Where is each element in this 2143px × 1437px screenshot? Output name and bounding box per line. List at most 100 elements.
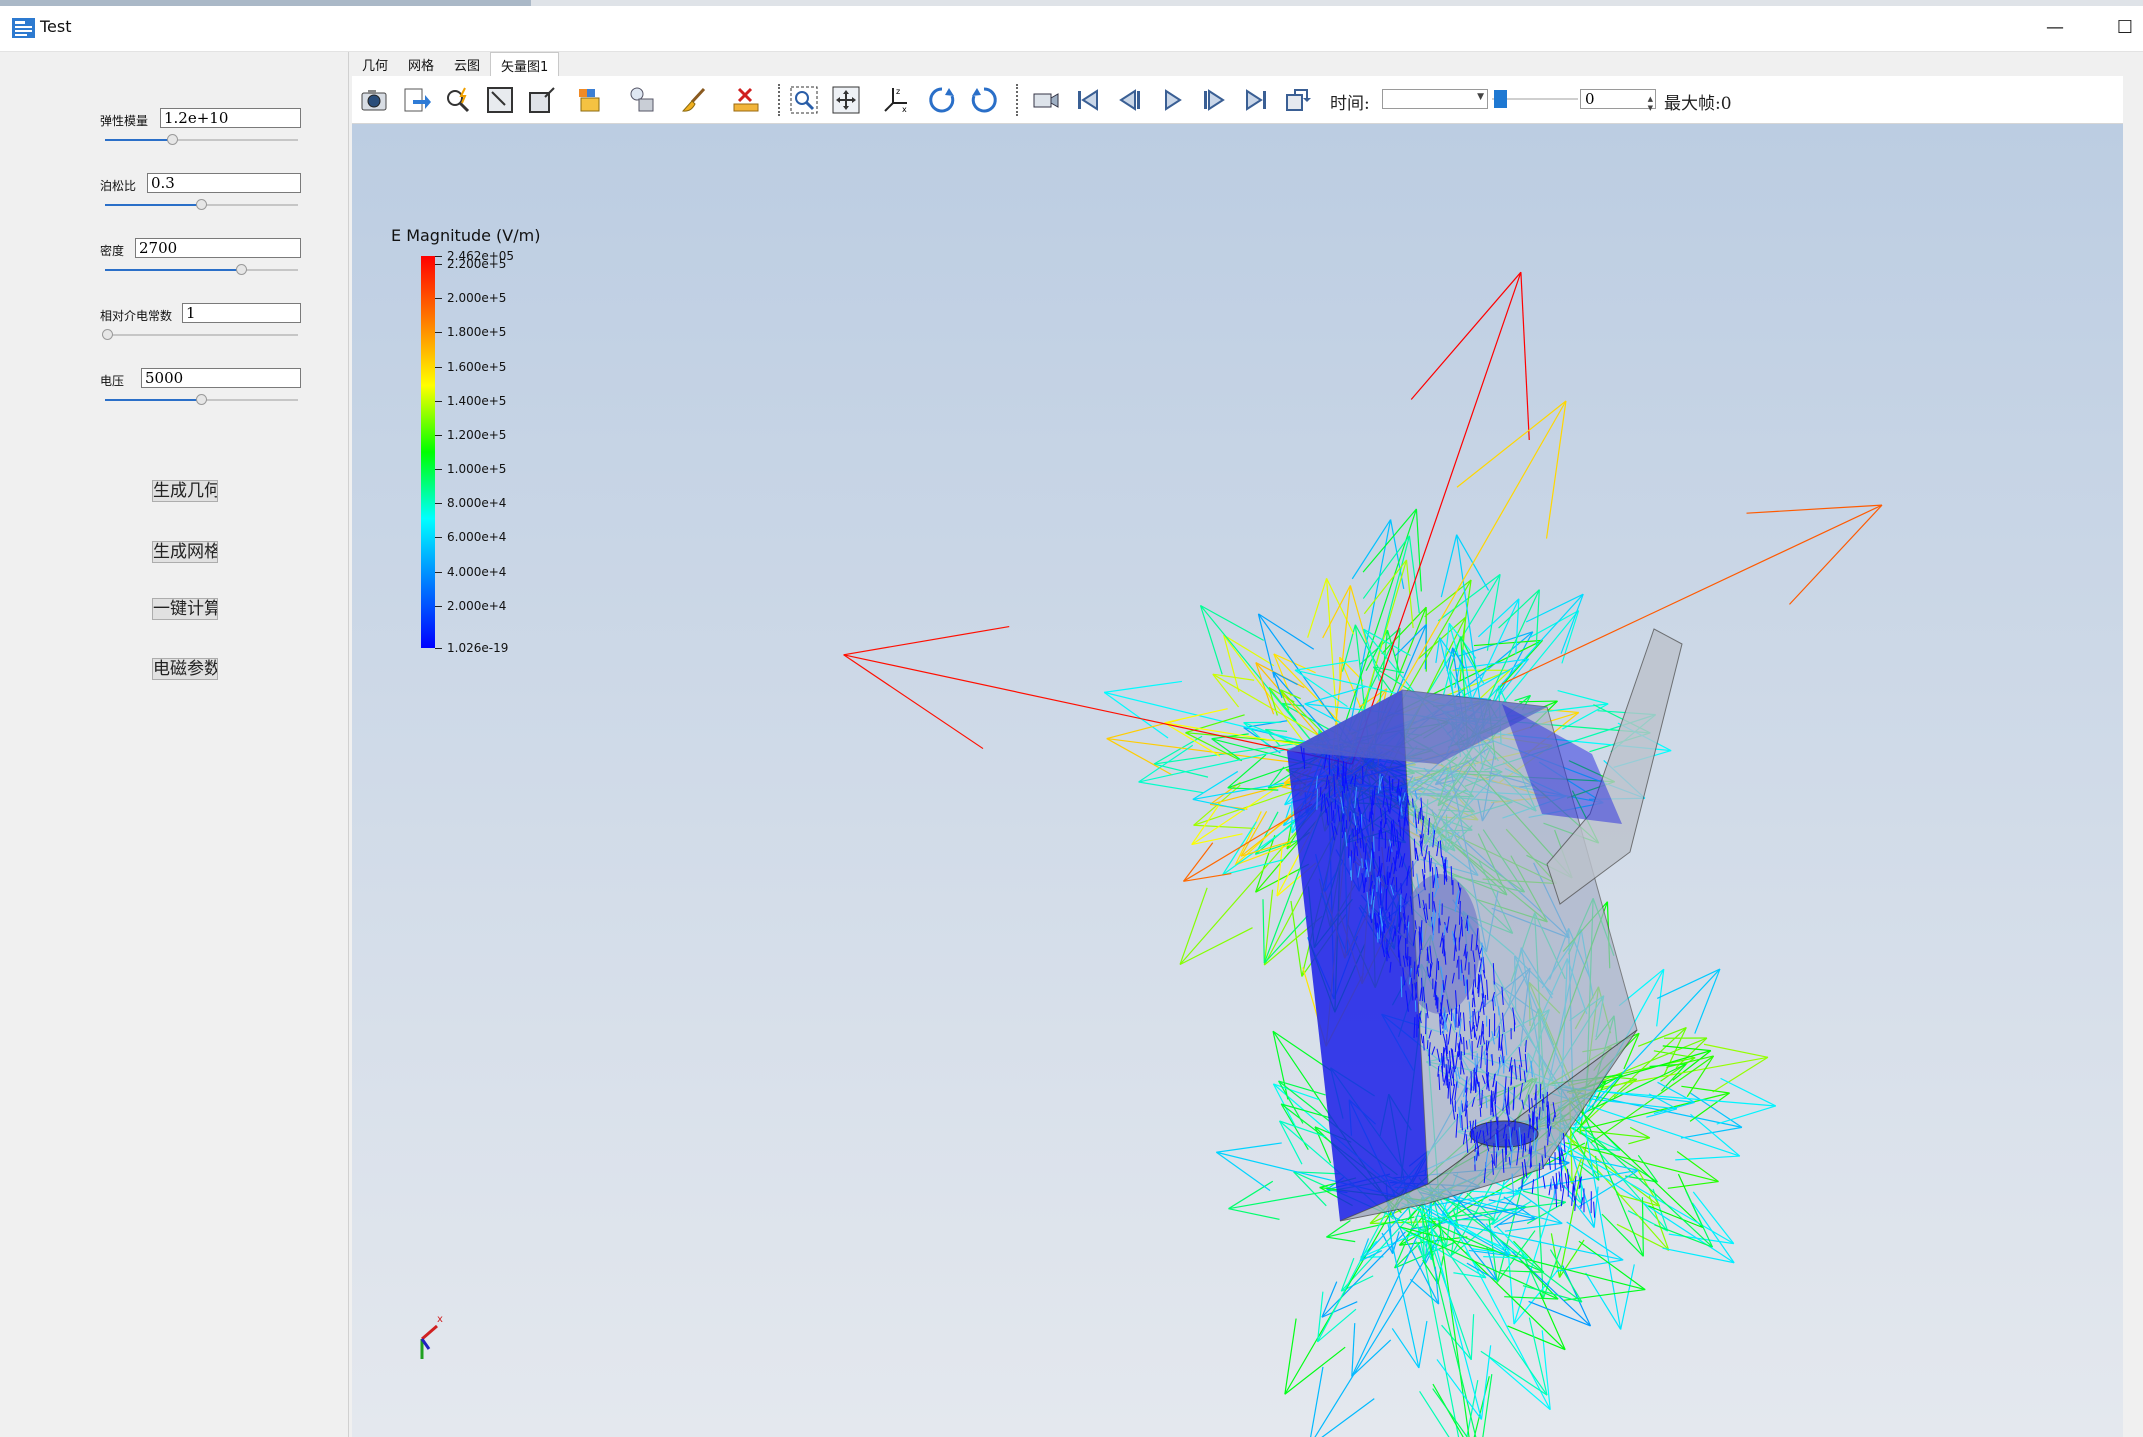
rotate-cw-icon[interactable]: [926, 84, 958, 116]
colorbar-tick: [435, 503, 442, 505]
slider-thumb[interactable]: [102, 329, 113, 340]
voltage-input[interactable]: [141, 368, 301, 388]
max-frame-label: 最大帧:0: [1664, 94, 1732, 114]
rotate-ccw-icon[interactable]: [968, 84, 1000, 116]
param-label: 相对介电常数: [100, 309, 173, 323]
colorbar-tick: [435, 298, 442, 300]
colorbar-tick: [435, 400, 442, 402]
colorbar-label: 1.026e-19: [447, 641, 509, 655]
tab-mesh[interactable]: 网格: [398, 52, 444, 76]
density-slider[interactable]: [105, 264, 298, 276]
spin-down-icon[interactable]: ▼: [1648, 99, 1653, 117]
svg-text:z: z: [896, 87, 900, 96]
frame-value: 0: [1585, 90, 1595, 108]
taskbar-strip: [0, 0, 531, 6]
compute-button[interactable]: 一键计算: [152, 598, 218, 620]
viewport-background: [352, 124, 2123, 1437]
tab-geometry[interactable]: 几何: [352, 52, 398, 76]
minimize-button[interactable]: —: [2040, 12, 2070, 42]
colorbar-tick: [435, 469, 442, 471]
tab-contour[interactable]: 云图: [444, 52, 490, 76]
export-icon[interactable]: [400, 84, 432, 116]
color-box-icon[interactable]: [574, 84, 606, 116]
colorbar-tick: [435, 605, 442, 607]
colorbar-tick: [435, 537, 442, 539]
colorbar-label: 1.600e+5: [447, 359, 507, 374]
window-title: Test: [40, 17, 72, 36]
permittivity-input[interactable]: [182, 303, 301, 323]
first-frame-icon[interactable]: [1072, 84, 1104, 116]
permittivity-slider[interactable]: [102, 329, 298, 341]
slider-fill: [105, 269, 241, 271]
render-viewport[interactable]: E Magnitude (V/m) 2.462e+05 2.200e+5 2.000…: [352, 124, 2123, 1437]
slider-fill: [105, 204, 201, 206]
colorbar-tick: [435, 648, 442, 649]
colorbar-tick: [435, 256, 442, 257]
window-right-edge: [2123, 52, 2143, 1437]
poisson-ratio-input[interactable]: [147, 173, 301, 193]
title-bar: Test — ☐: [0, 0, 2143, 52]
colorbar-label: 1.000e+5: [447, 462, 507, 477]
app-icon: [11, 17, 36, 39]
param-label: 电压: [100, 374, 125, 388]
colorbar: [421, 256, 435, 648]
orientation-triad: x: [420, 1314, 443, 1359]
toolbar-separator: [778, 84, 780, 116]
generate-geometry-button[interactable]: 生成几何: [152, 480, 218, 502]
play-icon[interactable]: [1156, 84, 1188, 116]
colorbar-label: 4.000e+4: [447, 564, 507, 579]
toolbar: zx 时间: ▼ 0 ▲ ▼ 最大帧:0: [352, 76, 2123, 124]
colorbar-label: 1.200e+5: [447, 427, 507, 442]
density-input[interactable]: [135, 238, 301, 258]
svg-text:x: x: [437, 1314, 443, 1325]
brush-icon[interactable]: [678, 84, 710, 116]
frame-spinbox[interactable]: 0 ▲ ▼: [1580, 89, 1656, 112]
slider-thumb[interactable]: [167, 134, 178, 145]
zoom-box-icon[interactable]: [788, 84, 820, 116]
poisson-ratio-slider[interactable]: [105, 199, 298, 211]
chevron-down-icon: ▼: [1477, 92, 1484, 102]
taskbar-strip-rest: [531, 0, 2143, 6]
view-tabs: 几何 网格 云图 矢量图1: [352, 52, 560, 76]
vector-field-scene: [352, 124, 2123, 1437]
parameter-panel: 弹性模量 泊松比 密度: [0, 52, 349, 1437]
colorbar-tick: [435, 264, 442, 265]
colorbar-label: 2.000e+5: [447, 291, 507, 306]
fit-view-icon[interactable]: [484, 84, 516, 116]
elastic-modulus-input[interactable]: [160, 108, 301, 128]
app-window: Test — ☐ 弹性模量 泊松比 密度: [0, 0, 2143, 1437]
pan-icon[interactable]: [830, 84, 862, 116]
time-select[interactable]: ▼: [1382, 89, 1488, 109]
last-frame-icon[interactable]: [1240, 84, 1272, 116]
loop-icon[interactable]: [1282, 84, 1314, 116]
colorbar-label: 8.000e+4: [447, 496, 507, 511]
tab-vector-plot[interactable]: 矢量图1: [490, 52, 560, 76]
slider-thumb[interactable]: [236, 264, 247, 275]
generate-mesh-button[interactable]: 生成网格: [152, 541, 218, 563]
colorbar-label: 1.800e+5: [447, 325, 507, 340]
probe-icon[interactable]: [442, 84, 474, 116]
slider-fill: [105, 139, 172, 141]
colorbar-tick: [435, 434, 442, 436]
bulb-icon[interactable]: [626, 84, 658, 116]
legend-title: E Magnitude (V/m): [391, 226, 541, 245]
frame-box-icon[interactable]: [526, 84, 558, 116]
axes-icon[interactable]: zx: [880, 84, 912, 116]
camera-icon[interactable]: [358, 84, 390, 116]
next-frame-icon[interactable]: [1198, 84, 1230, 116]
voltage-slider[interactable]: [105, 394, 298, 406]
time-label: 时间:: [1330, 94, 1370, 114]
prev-frame-icon[interactable]: [1114, 84, 1146, 116]
maximize-button[interactable]: ☐: [2110, 12, 2140, 42]
slider-thumb[interactable]: [196, 199, 207, 210]
ruler-icon[interactable]: [730, 84, 762, 116]
frame-slider[interactable]: [1492, 90, 1578, 108]
slider-thumb[interactable]: [1494, 90, 1507, 108]
svg-text:x: x: [902, 105, 907, 114]
em-params-button[interactable]: 电磁参数: [152, 658, 218, 680]
colorbar-tick: [435, 332, 442, 334]
slider-thumb[interactable]: [196, 394, 207, 405]
elastic-modulus-slider[interactable]: [105, 134, 298, 146]
colorbar-label: 6.000e+4: [447, 530, 507, 545]
video-camera-icon[interactable]: [1030, 84, 1062, 116]
